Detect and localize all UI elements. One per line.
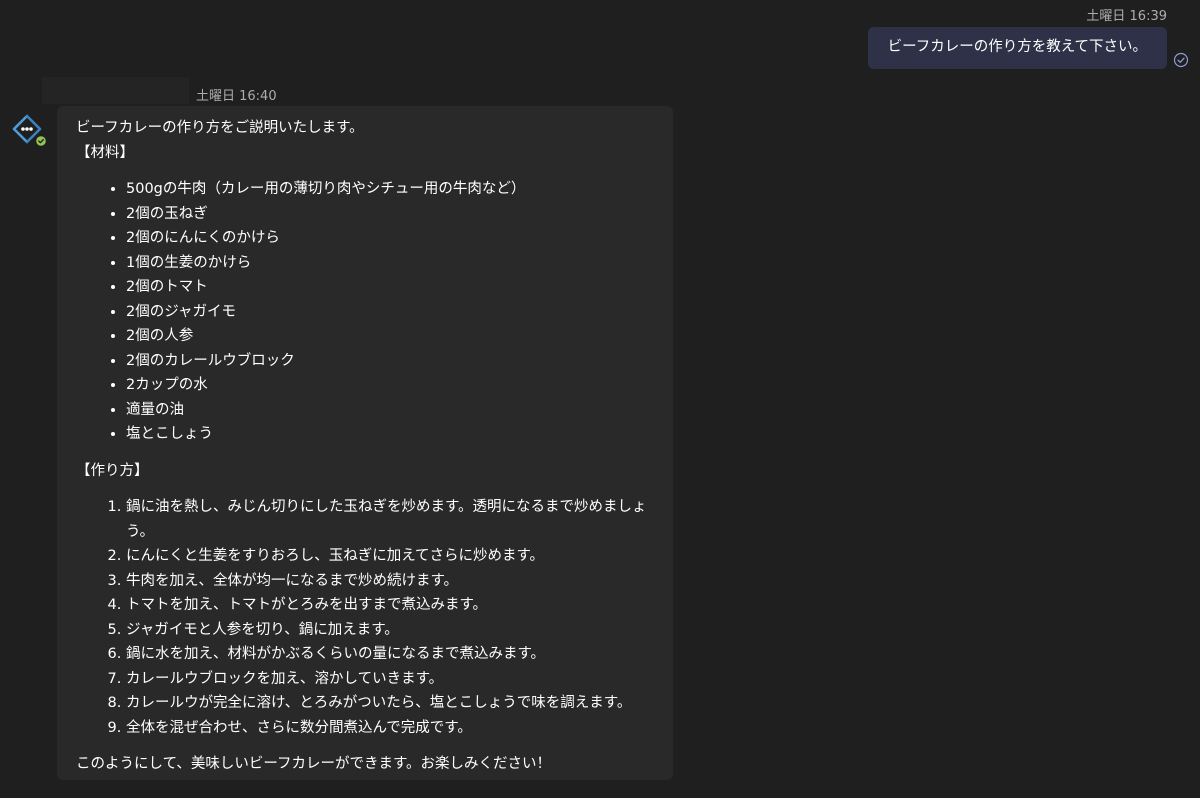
ingredient-item: 1個の生姜のかけら xyxy=(126,251,663,276)
step-item: カレールウブロックを加え、溶かしていきます。 xyxy=(126,667,663,692)
ingredient-item: 2個のにんにくのかけら xyxy=(126,226,663,251)
step-item: 牛肉を加え、全体が均一になるまで炒め続けます。 xyxy=(126,569,663,594)
step-item: カレールウが完全に溶け、とろみがついたら、塩とこしょうで味を調えます。 xyxy=(126,691,663,716)
ingredient-item: 2個のトマト xyxy=(126,275,663,300)
steps-heading: 【作り方】 xyxy=(76,462,149,479)
step-item: 鍋に油を熱し、みじん切りにした玉ねぎを炒めます。透明になるまで炒めましょう。 xyxy=(126,495,663,544)
user-message-timestamp: 土曜日 16:39 xyxy=(1086,9,1167,24)
ingredient-item: 2個の人参 xyxy=(126,324,663,349)
step-item: トマトを加え、トマトがとろみを出すまで煮込みます。 xyxy=(126,593,663,618)
ingredient-item: 2個のカレールウブロック xyxy=(126,349,663,374)
ingredients-heading: 【材料】 xyxy=(76,144,134,161)
step-item: 鍋に水を加え、材料がかぶるくらいの量になるまで煮込みます。 xyxy=(126,642,663,667)
bot-message-bubble[interactable]: ビーフカレーの作り方をご説明いたします。 【材料】 500gの牛肉（カレー用の薄… xyxy=(57,106,673,780)
bot-avatar-icon[interactable] xyxy=(12,114,48,150)
step-item: にんにくと生姜をすりおろし、玉ねぎに加えてさらに炒めます。 xyxy=(126,544,663,569)
ingredient-item: 塩とこしょう xyxy=(126,422,663,447)
bot-message-timestamp: 土曜日 16:40 xyxy=(196,89,277,104)
bot-intro-text: ビーフカレーの作り方をご説明いたします。 xyxy=(76,120,364,136)
ingredient-item: 2カップの水 xyxy=(126,373,663,398)
chat-pane: 土曜日 16:39 ビーフカレーの作り方を教えて下さい。 土曜日 16:40 ビ… xyxy=(0,0,1200,798)
step-item: 全体を混ぜ合わせ、さらに数分間煮込んで完成です。 xyxy=(126,716,663,741)
bot-closing-text: このようにして、美味しいビーフカレーができます。お楽しみください！ xyxy=(76,756,552,772)
step-item: ジャガイモと人参を切り、鍋に加えます。 xyxy=(126,618,663,643)
bot-name-redacted xyxy=(42,77,189,104)
ingredient-item: 適量の油 xyxy=(126,398,663,423)
ingredients-list: 500gの牛肉（カレー用の薄切り肉やシチュー用の牛肉など） 2個の玉ねぎ 2個の… xyxy=(76,177,663,447)
steps-list: 鍋に油を熱し、みじん切りにした玉ねぎを炒めます。透明になるまで炒めましょう。 に… xyxy=(76,495,663,740)
ingredient-item: 2個のジャガイモ xyxy=(126,300,663,325)
ingredient-item: 2個の玉ねぎ xyxy=(126,202,663,227)
ingredient-item: 500gの牛肉（カレー用の薄切り肉やシチュー用の牛肉など） xyxy=(126,177,663,202)
read-receipt-check-icon xyxy=(1173,52,1189,68)
user-message-bubble[interactable]: ビーフカレーの作り方を教えて下さい。 xyxy=(867,27,1167,69)
